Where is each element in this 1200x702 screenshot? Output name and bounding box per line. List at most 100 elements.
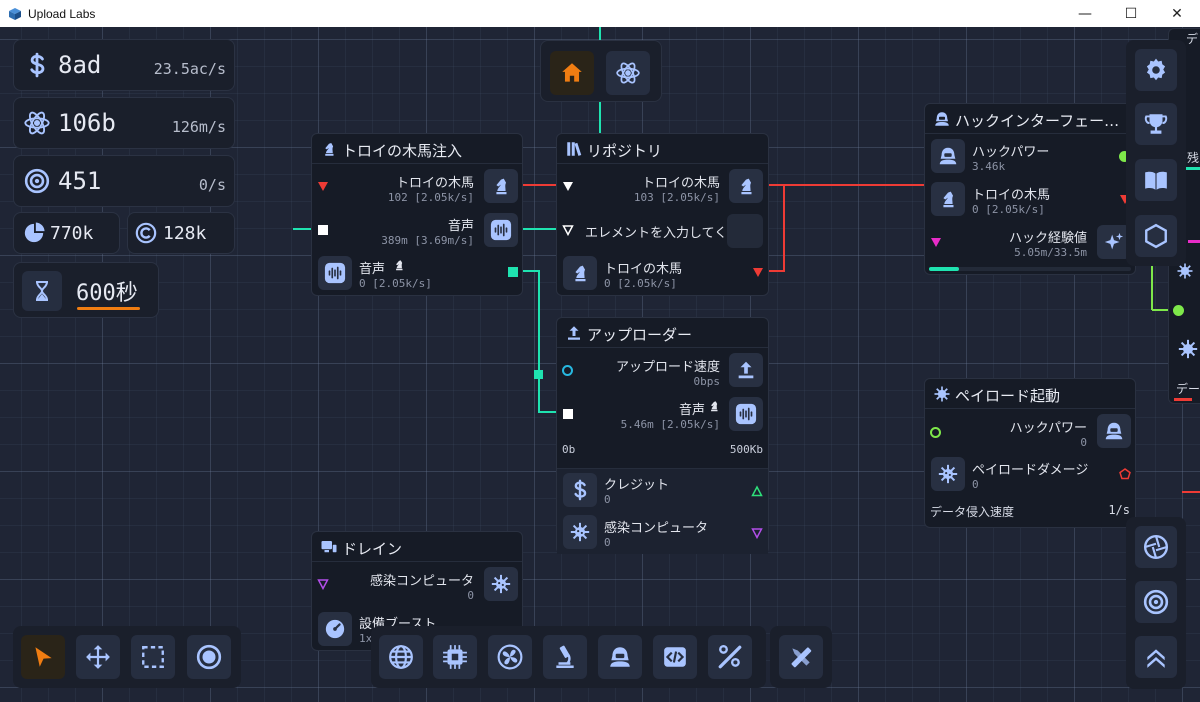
output-port-square[interactable] — [508, 267, 518, 277]
input-port-square[interactable] — [318, 225, 328, 235]
research-stat: 106b 126m/s — [13, 97, 235, 149]
outputs-section: クレジット 0 感染コンピュータ 0 — [557, 468, 768, 554]
hexagon-button[interactable] — [1135, 215, 1177, 257]
output-port-triangle-up[interactable] — [751, 485, 763, 497]
utility-category-button[interactable] — [708, 635, 752, 679]
node-header[interactable]: アップローダー — [557, 318, 768, 348]
trojan-inject-node[interactable]: トロイの木馬注入 トロイの木馬 102 [2.05k/s] 音声 389m [3… — [311, 133, 523, 296]
hacking-category-button[interactable] — [598, 635, 642, 679]
target-button[interactable] — [1135, 581, 1177, 623]
row-label: トロイの木馬 — [972, 188, 1051, 203]
edge-progress-red — [1174, 398, 1192, 401]
element-input-field[interactable]: エレメントを入力してください — [581, 214, 763, 248]
circle-tool-button[interactable] — [187, 635, 231, 679]
timer-stat[interactable]: 600秒 — [13, 262, 159, 318]
cooling-category-button[interactable] — [488, 635, 532, 679]
aperture-button[interactable] — [1135, 526, 1177, 568]
edge-label-middle: 残 — [1187, 151, 1200, 165]
hack-interface-node[interactable]: ハックインターフェー… ハックパワー 3.46k トロイの木馬 0 [2.05k… — [924, 103, 1136, 275]
right-menu — [1126, 40, 1186, 266]
chess-knight-icon — [396, 260, 403, 271]
guide-button[interactable] — [1135, 159, 1177, 201]
input-port-triangle[interactable] — [562, 180, 574, 192]
globe-icon — [389, 645, 413, 669]
credit-icon-tile — [563, 473, 597, 507]
input-port-square[interactable] — [563, 409, 573, 419]
network-category-button[interactable] — [379, 635, 423, 679]
hourglass-icon — [22, 271, 62, 311]
row-label: トロイの木馬 — [604, 262, 683, 277]
select-box-icon — [142, 646, 164, 668]
xp-progress-track — [929, 267, 1131, 271]
pencil-ruler-icon — [791, 647, 812, 668]
node-header[interactable]: ハックインターフェー… — [925, 104, 1135, 134]
output-label: 感染コンピュータ — [604, 521, 709, 536]
input-port-triangle-down[interactable] — [317, 578, 329, 590]
chess-knight-icon — [711, 401, 718, 412]
sparkle-icon — [1104, 232, 1124, 250]
window-title: Upload Labs — [28, 6, 96, 21]
achievements-button[interactable] — [1135, 103, 1177, 145]
edge-port-magenta[interactable] — [1188, 240, 1200, 243]
upgrade-button[interactable] — [1135, 636, 1177, 678]
chess-knight-icon — [325, 143, 334, 156]
output-label: クレジット — [604, 478, 670, 493]
output-port-pentagon[interactable] — [1119, 468, 1131, 480]
node-header[interactable]: ドレイン — [312, 532, 522, 562]
coin-stat: 128k — [127, 212, 235, 254]
settings-button[interactable] — [1135, 49, 1177, 91]
virus-icon-tile — [931, 457, 965, 491]
row-label: アップロード速度 — [615, 360, 720, 375]
virus-icon — [491, 574, 511, 594]
node-header[interactable]: ペイロード起動 — [925, 379, 1135, 409]
input-port-circle[interactable] — [562, 365, 573, 376]
computer-drain-icon — [321, 541, 337, 553]
move-tool-button[interactable] — [76, 635, 120, 679]
payload-launch-node[interactable]: ペイロード起動 ハックパワー 0 ペイロードダメージ 0 データ侵入速度 1/s — [924, 378, 1136, 528]
output-value: 0 — [604, 536, 611, 549]
node-title: ドレイン — [342, 540, 403, 558]
research-category-button[interactable] — [543, 635, 587, 679]
circle-icon — [196, 644, 222, 670]
output-port-triangle[interactable] — [752, 266, 764, 278]
input-port-circle[interactable] — [930, 427, 941, 438]
tools-icon — [718, 644, 742, 669]
maximize-button[interactable]: ☐ — [1108, 0, 1154, 27]
pointer-tool-button[interactable] — [21, 635, 65, 679]
coin-value: 128k — [163, 223, 207, 244]
trojan-icon-tile — [729, 169, 763, 203]
hexagon-icon — [1145, 223, 1167, 249]
chevrons-up-icon — [1147, 649, 1165, 668]
upload-icon — [568, 326, 580, 340]
progress-max: 500Kb — [729, 443, 763, 456]
design-button[interactable] — [779, 635, 823, 679]
research-value: 106b — [58, 109, 116, 137]
row-label: トロイの木馬 — [641, 176, 720, 191]
minimize-button[interactable]: — — [1062, 0, 1108, 27]
uploader-node[interactable]: アップローダー アップロード速度 0bps 音声 5.46m [2.05k/s]… — [556, 317, 769, 554]
input-port-triangle-outline[interactable] — [562, 224, 574, 236]
row-value: 102 [2.05k/s] — [387, 191, 474, 204]
atom-icon — [22, 108, 52, 138]
node-title: トロイの木馬注入 — [342, 142, 463, 160]
research-tab-button[interactable] — [606, 51, 650, 95]
virus-icon — [934, 386, 950, 402]
dollar-icon — [574, 479, 587, 501]
coding-category-button[interactable] — [653, 635, 697, 679]
node-header[interactable]: トロイの木馬注入 — [312, 134, 522, 164]
microscope-icon — [556, 645, 574, 668]
home-tab-button[interactable] — [550, 51, 594, 95]
upload-icon — [738, 361, 754, 379]
output-port-triangle-down[interactable] — [751, 527, 763, 539]
virus-icon-tile — [484, 567, 518, 601]
input-port-triangle[interactable] — [930, 236, 942, 248]
input-port-triangle[interactable] — [317, 180, 329, 192]
repository-node[interactable]: リポジトリ トロイの木馬 103 [2.05k/s] エレメントを入力してくださ… — [556, 133, 769, 296]
chess-knight-icon — [943, 191, 954, 208]
select-tool-button[interactable] — [131, 635, 175, 679]
hardware-category-button[interactable] — [433, 635, 477, 679]
trophy-icon — [1144, 114, 1168, 134]
edge-port-green[interactable] — [1173, 305, 1184, 316]
close-button[interactable]: ✕ — [1154, 0, 1200, 27]
node-header[interactable]: リポジトリ — [557, 134, 768, 164]
